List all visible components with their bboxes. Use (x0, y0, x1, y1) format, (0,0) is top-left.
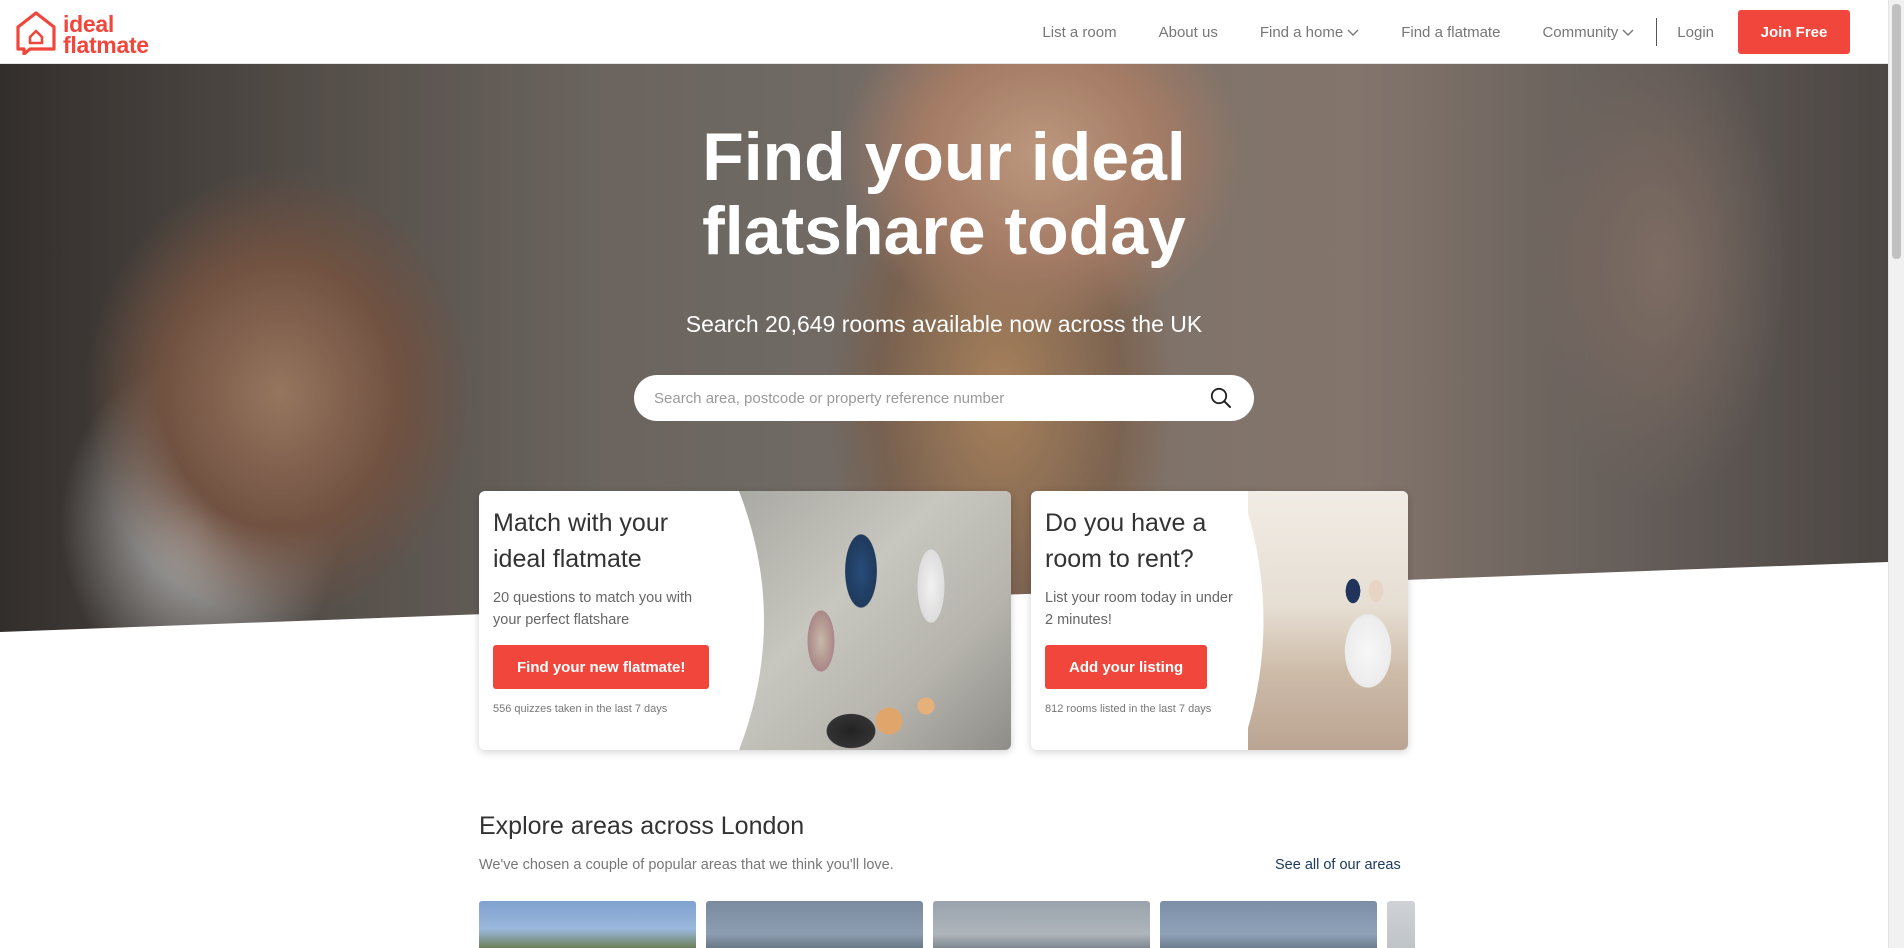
chevron-down-icon (1622, 24, 1634, 41)
site-header: ideal flatmate List a room About us Find… (0, 0, 1888, 64)
nav-list-a-room[interactable]: List a room (1042, 24, 1116, 41)
area-tile[interactable] (933, 901, 1150, 948)
search-icon[interactable] (1208, 385, 1234, 411)
area-tile[interactable] (1387, 901, 1415, 948)
hero-subtitle: Search 20,649 rooms available now across… (685, 311, 1203, 337)
rent-card-body: Do you have a room to rent? List your ro… (1045, 505, 1233, 715)
hero-title-line2: flatshare today (702, 193, 1186, 269)
chevron-down-icon (1347, 24, 1359, 41)
see-all-areas-link[interactable]: See all of our areas (1275, 857, 1401, 873)
rent-card-title-line1: Do you have a (1045, 509, 1207, 537)
card-image-curve (719, 491, 764, 750)
brand-name: ideal flatmate (63, 12, 149, 58)
match-card-desc-line1: 20 questions to match you with (493, 590, 693, 606)
match-flatmate-card: Match with your ideal flatmate 20 questi… (479, 491, 1011, 750)
match-card-description: 20 questions to match you with your perf… (493, 587, 709, 631)
rent-card-desc-line2: 2 minutes! (1045, 612, 1112, 628)
add-listing-button[interactable]: Add your listing (1045, 645, 1208, 689)
hero-title: Find your ideal flatshare today (0, 120, 1888, 268)
search-input[interactable] (654, 389, 1208, 407)
rent-card-description: List your room today in under 2 minutes! (1045, 587, 1233, 631)
explore-subtitle: We've chosen a couple of popular areas t… (479, 857, 894, 873)
rooms-listed-count: 812 rooms listed in the last 7 days (1045, 703, 1212, 715)
area-tile[interactable] (479, 901, 696, 948)
nav-about-us[interactable]: About us (1159, 24, 1218, 41)
page-scrollbar[interactable] (1888, 0, 1904, 948)
match-card-title: Match with your ideal flatmate (493, 505, 709, 577)
nav-divider (1656, 18, 1658, 46)
main-nav: List a room About us Find a home Find a … (1042, 0, 1888, 64)
nav-find-a-flatmate[interactable]: Find a flatmate (1401, 24, 1500, 41)
area-tile[interactable] (1160, 901, 1377, 948)
match-card-body: Match with your ideal flatmate 20 questi… (493, 505, 710, 715)
area-tile[interactable] (706, 901, 923, 948)
room-to-rent-card: Do you have a room to rent? List your ro… (1031, 491, 1408, 750)
rent-card-title: Do you have a room to rent? (1045, 505, 1233, 577)
brand-line2: flatmate (63, 31, 149, 58)
brand-logo[interactable]: ideal flatmate (14, 9, 149, 60)
search-bar (634, 375, 1254, 421)
nav-community-label: Community (1542, 23, 1619, 41)
quizzes-count: 556 quizzes taken in the last 7 days (493, 703, 668, 715)
nav-find-a-home[interactable]: Find a home (1260, 24, 1359, 41)
match-card-title-line2: ideal flatmate (493, 545, 642, 573)
explore-title: Explore areas across London (479, 812, 805, 840)
rent-card-title-line2: room to rent? (1045, 545, 1194, 573)
login-link[interactable]: Login (1677, 24, 1714, 41)
house-logo-icon (14, 9, 58, 60)
card-image-curve (1231, 491, 1264, 750)
nav-community[interactable]: Community (1542, 24, 1634, 41)
hero-title-line1: Find your ideal (702, 119, 1186, 195)
scrollbar-thumb[interactable] (1892, 4, 1901, 259)
match-card-title-line1: Match with your (493, 509, 669, 537)
find-new-flatmate-button[interactable]: Find your new flatmate! (493, 645, 710, 689)
match-card-desc-line2: your perfect flatshare (493, 612, 630, 628)
rent-card-desc-line1: List your room today in under (1045, 590, 1233, 606)
join-free-button[interactable]: Join Free (1738, 10, 1850, 54)
nav-find-a-home-label: Find a home (1259, 23, 1344, 41)
